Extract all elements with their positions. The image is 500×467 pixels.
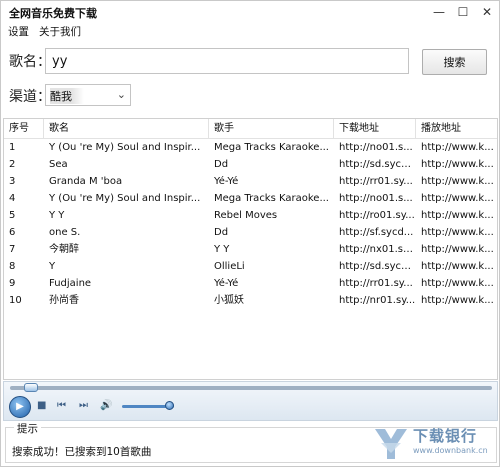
cell-download-url: http://ro01.sy... (339, 210, 415, 221)
table-row[interactable]: 5 Y Y Rebel Moves http://ro01.sy... http… (4, 207, 497, 224)
cell-download-url: http://nr01.sy... (339, 295, 416, 306)
watermark: 下载银行 www.downbank.cn (369, 421, 499, 465)
maximize-icon[interactable]: ☐ (453, 3, 473, 21)
cell-download-url: http://no01.s... (339, 193, 413, 204)
cell-song: 孙尚香 (49, 295, 79, 306)
cell-download-url: http://sf.sycd... (339, 227, 414, 238)
table-row[interactable]: 10 孙尚香 小狐妖 http://nr01.sy... http://www.… (4, 292, 497, 309)
header-artist[interactable]: 歌手 (209, 119, 334, 139)
table-row[interactable]: 2 Sea Dd http://sd.sycd... http://www.k.… (4, 156, 497, 173)
close-icon[interactable]: ✕ (477, 3, 497, 21)
cell-play-url: http://www.k... (421, 142, 494, 153)
status-text: 搜索成功！已搜索到10首歌曲 (12, 446, 152, 458)
stop-icon[interactable]: ■ (37, 400, 46, 411)
cell-song: Y (Ou 're My) Soul and Inspir... (49, 142, 201, 153)
status-title: 提示 (14, 421, 41, 436)
cell-index: 7 (9, 244, 16, 255)
header-download-url[interactable]: 下载地址 (334, 119, 416, 139)
cell-index: 9 (9, 278, 16, 289)
cell-artist: Yé-Yé (214, 278, 239, 289)
cell-play-url: http://www.k... (421, 176, 494, 187)
cell-play-url: http://www.k... (421, 261, 494, 272)
table-row[interactable]: 1 Y (Ou 're My) Soul and Inspir... Mega … (4, 139, 497, 156)
cell-artist: Mega Tracks Karaoke... (214, 142, 329, 153)
table-row[interactable]: 7 今朝醉 Y Y http://nx01.sy... http://www.k… (4, 241, 497, 258)
table-header: 序号 歌名 歌手 下载地址 播放地址 (4, 119, 497, 139)
cell-artist: Mega Tracks Karaoke... (214, 193, 329, 204)
minimize-icon[interactable]: — (429, 3, 449, 21)
cell-download-url: http://rr01.sy... (339, 278, 413, 289)
cell-index: 5 (9, 210, 16, 221)
cell-artist: OllieLi (214, 261, 245, 272)
cell-play-url: http://www.k... (421, 278, 494, 289)
window-title: 全网音乐免费下载 (9, 7, 97, 20)
cell-index: 4 (9, 193, 16, 204)
downbank-logo-icon (375, 429, 407, 459)
cell-index: 1 (9, 142, 16, 153)
cell-play-url: http://www.k... (421, 295, 494, 306)
cell-download-url: http://no01.s... (339, 142, 413, 153)
volume-thumb[interactable] (165, 401, 174, 410)
seek-thumb[interactable] (24, 383, 38, 392)
cell-download-url: http://sd.sycd... (339, 159, 416, 170)
results-table: 序号 歌名 歌手 下载地址 播放地址 1 Y (Ou 're My) Soul … (3, 118, 498, 380)
cell-song: 今朝醉 (49, 244, 79, 255)
cell-song: Y (49, 261, 56, 272)
table-row[interactable]: 4 Y (Ou 're My) Soul and Inspir... Mega … (4, 190, 497, 207)
cell-song: Sea (49, 159, 68, 170)
cell-artist: Yé-Yé (214, 176, 239, 187)
cell-artist: Y Y (214, 244, 230, 255)
watermark-url: www.downbank.cn (413, 446, 488, 455)
table-row[interactable]: 6 one S. Dd http://sf.sycd... http://www… (4, 224, 497, 241)
cell-song: Granda M 'boa (49, 176, 123, 187)
cell-song: one S. (49, 227, 81, 238)
watermark-name: 下载银行 (413, 427, 478, 445)
channel-select[interactable]: 酷我 ⌄ (45, 84, 131, 106)
header-index[interactable]: 序号 (4, 119, 44, 139)
cell-play-url: http://www.k... (421, 193, 494, 204)
previous-icon[interactable]: ⏮ (57, 400, 66, 411)
app-window: 全网音乐免费下载 — ☐ ✕ 设置 关于我们 歌名： 搜索 渠道： 酷我 ⌄ 序… (0, 0, 500, 467)
cell-play-url: http://www.k... (421, 244, 494, 255)
cell-song: Y Y (49, 210, 65, 221)
cell-index: 8 (9, 261, 16, 272)
cell-play-url: http://www.k... (421, 159, 494, 170)
cell-play-url: http://www.k... (421, 227, 494, 238)
menu-about[interactable]: 关于我们 (39, 24, 81, 39)
cell-index: 10 (9, 295, 22, 306)
cell-artist: Dd (214, 227, 229, 238)
media-player: ▶ ■ ⏮ ⏭ 🔊 (3, 381, 498, 421)
cell-index: 6 (9, 227, 16, 238)
cell-artist: 小狐妖 (214, 295, 244, 306)
cell-download-url: http://nx01.sy... (339, 244, 416, 255)
cell-download-url: http://rr01.sy... (339, 176, 413, 187)
menu-settings[interactable]: 设置 (8, 24, 29, 39)
song-input[interactable] (45, 48, 409, 74)
cell-index: 3 (9, 176, 16, 187)
header-play-url[interactable]: 播放地址 (416, 119, 497, 139)
cell-song: Fudjaine (49, 278, 92, 289)
table-row[interactable]: 3 Granda M 'boa Yé-Yé http://rr01.sy... … (4, 173, 497, 190)
table-row[interactable]: 8 Y OllieLi http://sd.sycd... http://www… (4, 258, 497, 275)
cell-play-url: http://www.k... (421, 210, 494, 221)
cell-artist: Rebel Moves (214, 210, 278, 221)
search-button[interactable]: 搜索 (422, 49, 487, 75)
header-song[interactable]: 歌名 (44, 119, 209, 139)
channel-value: 酷我 (50, 88, 84, 104)
cell-song: Y (Ou 're My) Soul and Inspir... (49, 193, 201, 204)
cell-artist: Dd (214, 159, 229, 170)
next-icon[interactable]: ⏭ (79, 400, 88, 411)
seek-track[interactable] (10, 386, 492, 390)
play-icon[interactable]: ▶ (9, 396, 31, 418)
cell-index: 2 (9, 159, 16, 170)
volume-icon[interactable]: 🔊 (100, 400, 112, 411)
title-bar: 全网音乐免费下载 — ☐ ✕ (1, 1, 499, 23)
cell-download-url: http://sd.sycd... (339, 261, 416, 272)
menu-bar: 设置 关于我们 (1, 23, 499, 39)
table-row[interactable]: 9 Fudjaine Yé-Yé http://rr01.sy... http:… (4, 275, 497, 292)
chevron-down-icon[interactable]: ⌄ (117, 88, 126, 101)
